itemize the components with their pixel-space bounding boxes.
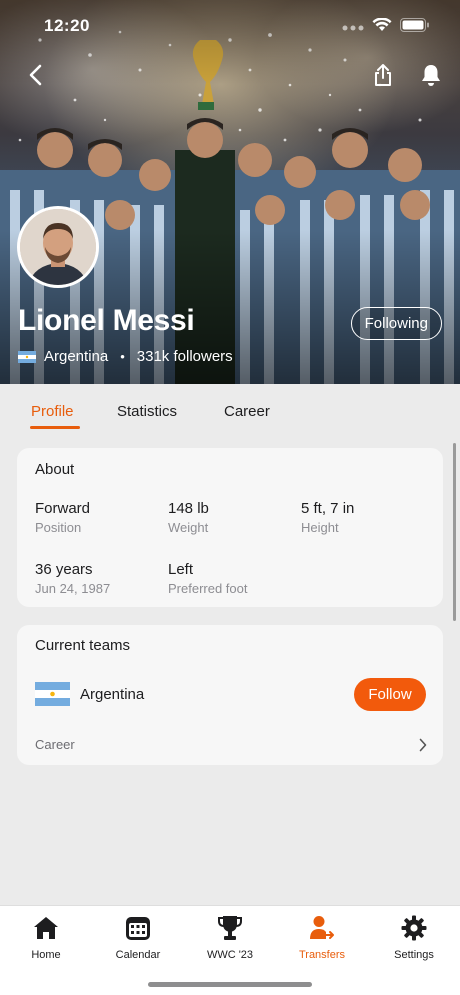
calendar-icon	[126, 917, 150, 940]
following-button[interactable]: Following	[350, 307, 442, 340]
stat-value: 5 ft, 7 in	[301, 500, 355, 517]
nav-transfers[interactable]: Transfers	[282, 914, 362, 961]
tab-career[interactable]: Career	[224, 403, 270, 420]
tab-statistics[interactable]: Statistics	[117, 403, 177, 420]
home-indicator	[148, 982, 312, 987]
stat-value: Forward	[35, 500, 91, 517]
nav-home[interactable]: Home	[6, 914, 86, 961]
back-button[interactable]	[20, 60, 50, 90]
chevron-right-icon	[419, 738, 427, 752]
home-icon	[34, 917, 58, 939]
nav-settings[interactable]: Settings	[374, 914, 454, 961]
stat-height: 5 ft, 7 in Height	[301, 500, 354, 535]
tab-profile[interactable]: Profile	[31, 403, 74, 420]
argentina-flag-icon	[35, 682, 70, 706]
battery-icon	[400, 18, 430, 37]
stat-label: Jun 24, 1987	[35, 581, 111, 596]
current-teams-title: Current teams	[35, 637, 131, 654]
argentina-flag-icon	[18, 350, 36, 363]
player-name: Lionel Messi	[18, 304, 195, 337]
stat-label: Weight	[168, 520, 209, 535]
team-name[interactable]: Argentina	[80, 686, 144, 703]
stat-value: 36 years	[35, 561, 93, 578]
nav-calendar[interactable]: Calendar	[98, 914, 178, 961]
player-meta: Argentina • 331k followers	[18, 348, 233, 365]
status-time: 12:20	[44, 16, 90, 35]
stat-weight: 148 lb Weight	[168, 500, 209, 535]
nav-label: WWC '23	[206, 949, 254, 961]
stat-label: Position	[35, 520, 82, 535]
player-avatar	[17, 206, 99, 288]
status-bar: 12:20	[0, 14, 460, 38]
transfers-icon	[310, 916, 334, 939]
cellular-dots-icon	[342, 25, 364, 31]
stat-label: Height	[301, 520, 339, 535]
current-teams-card: Current teams Argentina Follow Career	[17, 625, 443, 765]
stat-label: Preferred foot	[168, 581, 248, 596]
nav-label: Settings	[394, 949, 434, 961]
player-portrait	[20, 209, 96, 285]
stat-position: Forward Position	[35, 500, 90, 535]
stat-preferred-foot: Left Preferred foot	[168, 561, 248, 596]
player-country: Argentina	[44, 348, 109, 365]
notifications-button[interactable]	[416, 60, 446, 90]
active-tab-indicator	[30, 426, 80, 429]
nav-label: Calendar	[115, 949, 161, 961]
bell-icon	[422, 65, 440, 86]
stat-age: 36 years Jun 24, 1987	[35, 561, 110, 596]
about-title: About	[35, 461, 75, 478]
back-icon	[29, 64, 42, 86]
nav-label: Home	[31, 949, 61, 961]
followers-count: 331k followers	[136, 348, 233, 365]
stat-value: Left	[168, 561, 194, 578]
share-button[interactable]	[368, 60, 398, 90]
follow-team-button[interactable]: Follow	[354, 678, 426, 711]
bottom-nav: Home Calendar WWC '23 Transfers Settings	[0, 905, 460, 995]
about-card: About Forward Position 148 lb Weight 5 f…	[17, 448, 443, 607]
share-icon	[375, 64, 391, 86]
profile-tabs: Profile Statistics Career	[0, 384, 460, 434]
meta-separator: •	[120, 349, 125, 364]
nav-label: Transfers	[298, 949, 346, 961]
trophy-icon	[218, 916, 242, 940]
scroll-indicator[interactable]	[453, 443, 456, 621]
wifi-icon	[372, 17, 392, 37]
stat-value: 148 lb	[168, 500, 209, 517]
career-link-label: Career	[35, 737, 75, 752]
gear-icon	[401, 915, 427, 941]
nav-wwc[interactable]: WWC '23	[190, 914, 270, 961]
career-link-row[interactable]: Career	[17, 725, 443, 765]
